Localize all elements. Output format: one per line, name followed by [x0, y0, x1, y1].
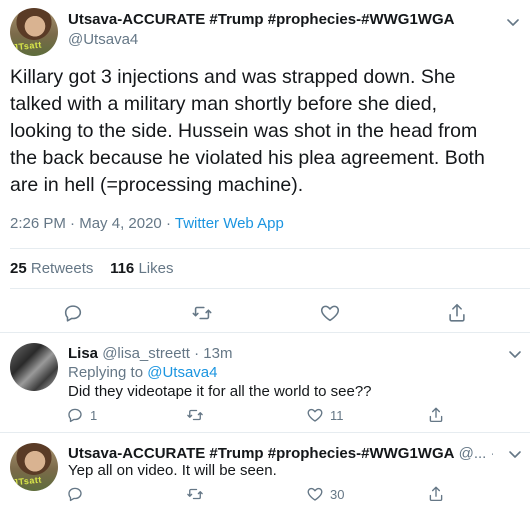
share-icon	[429, 486, 443, 502]
retweet-button[interactable]	[186, 406, 210, 424]
share-button[interactable]	[446, 302, 468, 324]
like-count: 30	[330, 486, 345, 502]
like-count: 11	[330, 407, 344, 423]
reply-tweet[interactable]: JTsatt Utsava-ACCURATE #Trump #prophecie…	[0, 433, 530, 517]
avatar-tag: JTsatt	[12, 39, 43, 53]
retweets-label: Retweets	[30, 260, 94, 277]
like-button[interactable]	[319, 302, 341, 324]
like-button[interactable]: 11	[306, 406, 344, 424]
share-button[interactable]	[427, 406, 445, 424]
chevron-down-icon[interactable]	[507, 346, 523, 362]
tweet-source[interactable]: Twitter Web App	[175, 215, 284, 232]
heart-icon	[307, 408, 323, 422]
share-icon	[429, 407, 443, 423]
likes-count: 116	[110, 260, 135, 277]
retweets-count: 25	[10, 260, 27, 277]
tweet-time[interactable]: 2:26 PM	[10, 215, 66, 232]
reply-header: Lisa @lisa_streett · 13m	[68, 345, 232, 362]
reply-count: 1	[90, 407, 98, 423]
divider	[10, 248, 530, 249]
meta-separator: ·	[491, 445, 493, 462]
likes-stat[interactable]: 116 Likes	[110, 260, 173, 277]
reply-author-name[interactable]: Utsava-ACCURATE #Trump #prophecies-#WWG1…	[68, 445, 454, 462]
reply-button[interactable]	[62, 302, 84, 324]
tweet-text: Killary got 3 injections and was strappe…	[10, 66, 485, 196]
reply-button[interactable]	[66, 485, 90, 503]
reply-avatar[interactable]	[10, 343, 58, 391]
reply-text: Did they videotape it for all the world …	[68, 383, 372, 400]
meta-separator: ·	[70, 215, 76, 232]
tweet-date[interactable]: May 4, 2020	[79, 215, 162, 232]
share-button[interactable]	[427, 485, 445, 503]
author-handle[interactable]: @Utsava4	[68, 31, 138, 48]
tweet-stats: 25 Retweets 116 Likes	[10, 260, 173, 277]
reply-icon	[68, 408, 82, 423]
reply-text: Yep all on video. It will be seen.	[68, 462, 277, 479]
reply-author-name[interactable]: Lisa	[68, 345, 98, 362]
retweet-icon	[187, 409, 203, 421]
retweet-icon	[192, 306, 212, 320]
share-icon	[449, 303, 465, 322]
heart-icon	[320, 305, 340, 322]
reply-avatar[interactable]: JTsatt	[10, 443, 58, 491]
reply-author-handle[interactable]: @lisa_streett	[102, 345, 190, 362]
main-tweet: JTsatt Utsava-ACCURATE #Trump #prophecie…	[0, 0, 530, 333]
meta-separator: ·	[194, 345, 200, 362]
replying-to-label: Replying to	[68, 364, 144, 381]
reply-icon	[68, 487, 82, 502]
reply-header: Utsava-ACCURATE #Trump #prophecies-#WWG1…	[68, 445, 493, 462]
author-avatar[interactable]: JTsatt	[10, 8, 58, 56]
replying-to-handle[interactable]: @Utsava4	[147, 364, 217, 381]
reply-button[interactable]: 1	[66, 406, 97, 424]
retweet-button[interactable]	[186, 485, 210, 503]
replying-to: Replying to @Utsava4	[68, 364, 217, 381]
chevron-down-icon[interactable]	[505, 14, 521, 30]
tweet-meta: 2:26 PM · May 4, 2020 · Twitter Web App	[10, 215, 284, 232]
retweet-icon	[187, 488, 203, 500]
avatar-tag: JTsatt	[12, 474, 43, 488]
like-button[interactable]: 30	[306, 485, 344, 503]
chevron-down-icon[interactable]	[507, 446, 523, 462]
reply-tweet[interactable]: Lisa @lisa_streett · 13m Replying to @Ut…	[0, 333, 530, 433]
likes-label: Likes	[138, 260, 174, 277]
reply-author-handle[interactable]: @...	[459, 445, 487, 462]
heart-icon	[307, 487, 323, 501]
retweet-button[interactable]	[191, 302, 213, 324]
meta-separator: ·	[165, 215, 171, 232]
retweets-stat[interactable]: 25 Retweets	[10, 260, 93, 277]
reply-icon	[64, 305, 82, 322]
author-name[interactable]: Utsava-ACCURATE #Trump #prophecies-#WWG1…	[68, 11, 454, 28]
divider	[10, 288, 530, 289]
reply-time[interactable]: 13m	[203, 345, 232, 362]
